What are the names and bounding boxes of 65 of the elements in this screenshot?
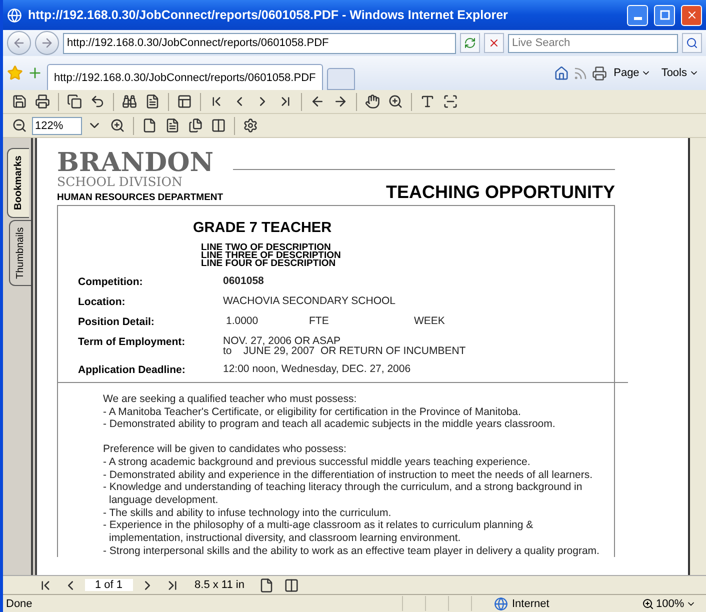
refresh-button[interactable] bbox=[460, 33, 480, 53]
forward-arrow-icon bbox=[40, 36, 54, 50]
logo-subtitle: SCHOOL DIVISION bbox=[57, 176, 184, 188]
field-label: Term of Employment: bbox=[78, 336, 186, 350]
minimize-icon bbox=[634, 16, 642, 20]
side-tab[interactable]: Bookmarks bbox=[7, 148, 29, 218]
security-zone: Internet bbox=[511, 598, 550, 610]
zoom-level[interactable]: 100% bbox=[636, 596, 706, 610]
add-favorite-icon[interactable] bbox=[27, 65, 43, 81]
browser-icon bbox=[7, 8, 22, 22]
field-label: Application Deadline: bbox=[78, 364, 186, 376]
status-text: Done bbox=[5, 598, 34, 610]
minimize-button[interactable] bbox=[627, 4, 648, 26]
search-button[interactable] bbox=[682, 33, 702, 53]
requirement-item: - Demonstrated ability to program and teach all academic subjects in the middle years classroom. bbox=[103, 418, 556, 432]
search-field[interactable]: Live Search bbox=[508, 34, 678, 52]
field-value: 1.0000 bbox=[225, 316, 260, 328]
window-title: http://192.168.0.30/JobConnect/reports/0601058.PDF - Windows Internet Explorer bbox=[28, 8, 509, 22]
field-label: Location: bbox=[78, 296, 126, 308]
address-field[interactable]: http://192.168.0.30/JobConnect/reports/0601058.PDF bbox=[63, 32, 456, 54]
field-value: FTE bbox=[308, 316, 330, 328]
stop-button[interactable] bbox=[484, 33, 504, 53]
paragraph-intro: Preference will be given to candidates who possess: bbox=[103, 443, 348, 456]
favorites-star-icon[interactable] bbox=[7, 65, 23, 81]
field-value: 0601058 bbox=[223, 276, 265, 286]
requirement-item: - A Manitoba Teacher's Certificate, or eligibility for certification in the Province of Manitoba. bbox=[103, 406, 522, 418]
stop-icon bbox=[488, 37, 500, 49]
job-description: LINE TWO OF DESCRIPTION LINE THREE OF DESCRIPTION LINE FOUR OF DESCRIPTION bbox=[201, 244, 342, 268]
side-tab[interactable]: Thumbnails bbox=[9, 220, 31, 286]
department-name: HUMAN RESOURCES DEPARTMENT bbox=[57, 192, 224, 203]
field-value: NOV. 27, 2006 OR ASAP bbox=[223, 336, 341, 346]
maximize-icon bbox=[660, 10, 670, 20]
maximize-button[interactable] bbox=[654, 4, 675, 26]
browser-tab[interactable]: http://192.168.0.30/JobConnect/reports/0601058.PDF bbox=[47, 64, 323, 90]
search-icon bbox=[686, 37, 698, 49]
paragraph-intro: We are seeking a qualified teacher who must possess: bbox=[103, 393, 358, 406]
command-menu[interactable]: Page bbox=[610, 67, 654, 79]
print-icon[interactable] bbox=[592, 66, 607, 80]
refresh-icon bbox=[464, 37, 476, 49]
globe-icon bbox=[494, 596, 508, 610]
requirement-item: - A strong academic background and previous successful middle years teaching experience. bbox=[103, 456, 532, 469]
close-icon bbox=[686, 9, 698, 21]
requirement-item: - The skills and ability to infuse technology into the curriculum. bbox=[103, 506, 392, 520]
field-label: Position Detail: bbox=[78, 316, 156, 328]
home-icon[interactable] bbox=[554, 66, 569, 80]
field-value: WEEK bbox=[413, 316, 446, 328]
page-size: 8.5 x 11 in bbox=[194, 579, 244, 591]
field-value: to JUNE 29, 2007 OR RETURN OF INCUMBENT bbox=[223, 346, 467, 356]
back-button[interactable] bbox=[7, 31, 31, 55]
document-heading: TEACHING OPPORTUNITY bbox=[386, 182, 615, 203]
field-value: WACHOVIA SECONDARY SCHOOL bbox=[223, 296, 397, 306]
requirement-item: - Experience in the philosophy of a multi-age classroom as it relates to curriculum planning & implementation, instructional diversity, and classroom learning environment. bbox=[103, 519, 534, 545]
zoom-field[interactable]: 122% bbox=[32, 116, 82, 134]
field-value: 12:00 noon, Wednesday, DEC. 27, 2006 bbox=[223, 364, 412, 374]
logo-name: BRANDON bbox=[57, 150, 214, 176]
command-menu[interactable]: Tools bbox=[658, 67, 702, 79]
requirement-item: - Demonstrated ability and experience in the differentiation of instruction to meet the needs of all learners. bbox=[103, 468, 594, 482]
zoom-icon bbox=[642, 598, 654, 610]
page-number[interactable]: 1 of 1 bbox=[85, 579, 133, 591]
requirement-item: - Strong interpersonal skills and the ability to work as an effective team player in delivery a quality program. bbox=[103, 544, 600, 558]
forward-button[interactable] bbox=[35, 31, 59, 55]
requirement-item: - Knowledge and understanding of teaching literacy through the curriculum, and a strong background in language development. bbox=[103, 481, 584, 507]
close-button[interactable] bbox=[681, 4, 702, 26]
field-label: Competition: bbox=[78, 276, 144, 288]
job-title: GRADE 7 TEACHER bbox=[193, 220, 333, 236]
